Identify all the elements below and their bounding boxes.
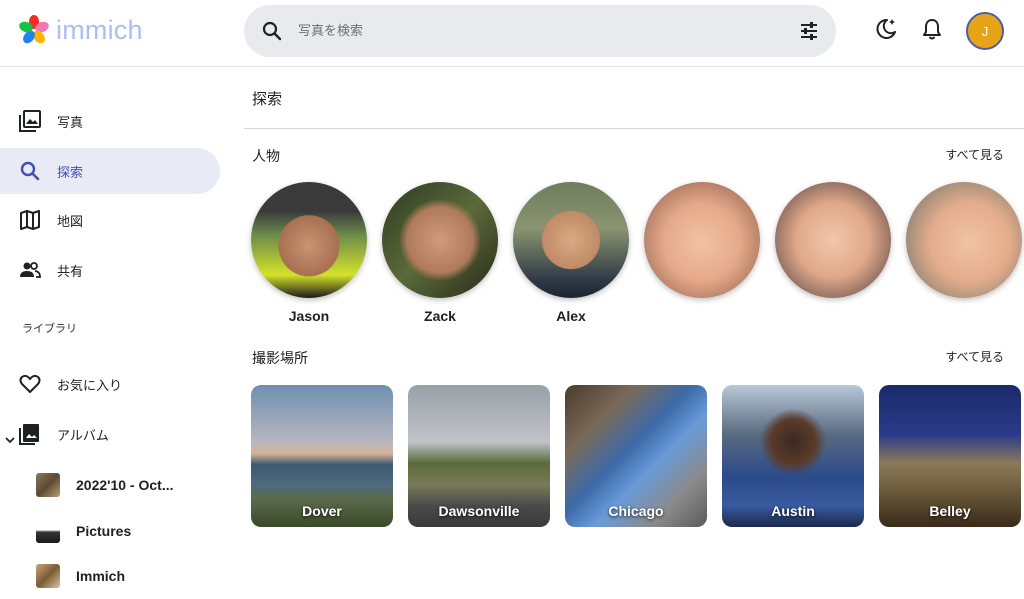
place-card[interactable]: Belley [879, 385, 1021, 527]
person-card[interactable] [906, 182, 1022, 298]
people-see-all-link[interactable]: すべて見る [945, 146, 1004, 163]
sidebar-item-label: 写真 [57, 116, 84, 131]
person-card[interactable]: Alex [513, 182, 629, 324]
person-name: Jason [288, 308, 330, 324]
album-item[interactable]: 2022'10 - Oct... [36, 471, 216, 499]
sidebar-item-label: 探索 [57, 166, 84, 181]
sidebar-item-label: 地図 [57, 215, 84, 230]
album-thumbnail [36, 564, 60, 588]
places-section-title: 撮影場所 [252, 351, 308, 367]
sidebar-item-sharing[interactable]: 共有 [0, 247, 220, 293]
search-input[interactable] [298, 18, 778, 44]
places-see-all-link[interactable]: すべて見る [945, 348, 1004, 365]
app-name: immich [56, 14, 143, 45]
person-name: Alex [556, 308, 586, 324]
sidebar-item-favorites[interactable]: お気に入り [0, 361, 220, 407]
map-icon [20, 210, 40, 230]
people-icon [20, 262, 41, 278]
sidebar-item-label: アルバム [57, 429, 109, 444]
sidebar: 写真 探索 地図 共有 ライブラリ お気に入り アルバム 2022'10 - O… [0, 68, 230, 599]
search-icon [20, 161, 40, 181]
person-photo [513, 182, 629, 298]
person-photo [251, 182, 367, 298]
person-photo [382, 182, 498, 298]
person-name: Zack [424, 308, 456, 324]
explore-page: 探索 人物 すべて見る Jason Zack Alex 撮影場所 すべて見る D… [244, 68, 1024, 599]
search-icon[interactable] [260, 19, 284, 43]
album-icon [19, 424, 39, 445]
place-name: Austin [771, 503, 815, 519]
album-item[interactable]: Pictures [36, 517, 216, 545]
library-section-label: ライブラリ [22, 322, 77, 335]
album-name: 2022'10 - Oct... [76, 477, 174, 493]
place-name: Dover [302, 503, 342, 519]
sidebar-item-photos[interactable]: 写真 [0, 98, 220, 144]
people-section-title: 人物 [252, 149, 280, 165]
place-card[interactable]: Chicago [565, 385, 707, 527]
person-card[interactable] [775, 182, 891, 298]
album-name: Pictures [76, 523, 132, 539]
person-photo [775, 182, 891, 298]
page-title: 探索 [252, 90, 283, 108]
place-name: Belley [929, 503, 971, 519]
album-item[interactable]: Immich [36, 562, 216, 590]
place-name: Chicago [608, 503, 664, 519]
divider [244, 128, 1024, 129]
app-logo[interactable]: immich [18, 14, 143, 46]
person-card[interactable]: Jason [251, 182, 367, 324]
person-card[interactable]: Zack [382, 182, 498, 324]
place-card[interactable]: Dawsonville [408, 385, 550, 527]
search-filter-icon[interactable] [798, 20, 820, 42]
person-photo [644, 182, 760, 298]
search-bar[interactable] [244, 5, 836, 57]
heart-icon [19, 374, 41, 393]
place-card[interactable]: Austin [722, 385, 864, 527]
photos-icon [19, 110, 41, 132]
immich-logo-icon [19, 15, 49, 44]
album-thumbnail [36, 519, 60, 543]
dark-mode-icon[interactable] [873, 16, 899, 42]
album-name: Immich [76, 568, 126, 584]
notification-bell-icon[interactable] [919, 16, 945, 42]
place-name: Dawsonville [438, 503, 520, 519]
sidebar-item-explore[interactable]: 探索 [0, 148, 220, 194]
sidebar-item-label: 共有 [57, 265, 84, 280]
album-thumbnail [36, 473, 60, 497]
sidebar-item-label: お気に入り [57, 379, 123, 394]
place-card[interactable]: Dover [251, 385, 393, 527]
person-card[interactable] [644, 182, 760, 298]
user-avatar[interactable]: J [966, 12, 1004, 50]
person-photo [906, 182, 1022, 298]
sidebar-item-map[interactable]: 地図 [0, 197, 220, 243]
top-bar: immich J [0, 0, 1024, 67]
sidebar-item-albums[interactable]: アルバム [0, 411, 220, 457]
